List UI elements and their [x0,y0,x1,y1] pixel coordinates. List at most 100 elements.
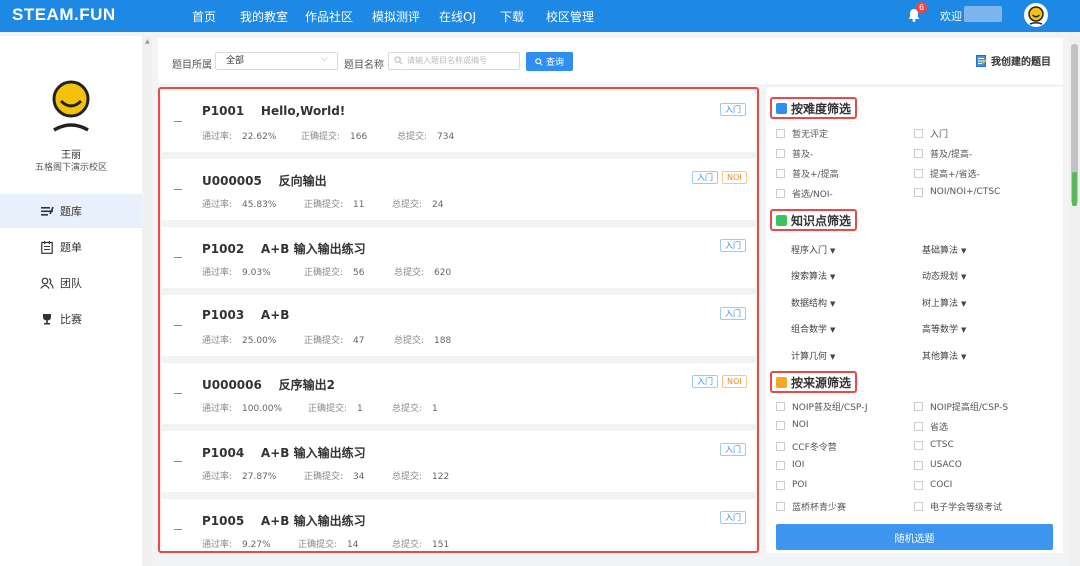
checkbox-difficulty[interactable]: 普及- [776,147,813,160]
checkbox-difficulty[interactable]: NOI/NOI+/CTSC [914,187,1000,197]
sidebar-item-label: 题单 [60,241,82,254]
calendar-icon [40,240,54,254]
total-submissions: 总提交: 620 [394,268,452,278]
checkbox-source[interactable]: CCF冬令营 [776,440,837,453]
checkbox-source[interactable]: CTSC [914,440,954,450]
checkbox-source[interactable]: NOI [776,420,808,430]
nav-home[interactable]: 首页 [192,8,216,25]
problem-title[interactable]: P1005 A+B 输入输出练习 [202,512,366,529]
search-icon [394,56,403,65]
problem-card[interactable]: P1004 A+B 输入输出练习 通过率: 27.87% 正确提交: 34 总提交:… [162,431,755,492]
checkbox-source[interactable]: NOIP普及组/CSP-J [776,400,868,413]
checkbox-difficulty[interactable]: 普及+/提高 [776,167,839,180]
knowledge-filter-heading: 知识点筛选 [770,209,858,231]
correct-submissions: 正确提交: 166 [301,132,368,142]
correct-submissions: 正确提交: 1 [308,404,363,414]
brand-logo[interactable]: STEAM.FUN [12,5,116,25]
total-submissions: 总提交: 734 [397,132,455,142]
problem-title[interactable]: U000005 反向输出 [202,172,327,189]
expand-dash-icon[interactable] [174,529,182,530]
knowledge-dropdown[interactable]: 高等数学 ▼ [922,322,966,335]
checkbox-source[interactable]: NOIP提高组/CSP-S [914,400,1008,413]
total-submissions: 总提交: 122 [392,472,450,482]
knowledge-dropdown[interactable]: 其他算法 ▼ [922,349,966,362]
checkbox-source[interactable]: POI [776,480,807,490]
knowledge-dropdown[interactable]: 动态规划 ▼ [922,269,966,282]
team-icon [40,276,54,290]
knowledge-dropdown[interactable]: 程序入门 ▼ [791,243,835,256]
checkbox-source[interactable]: IOI [776,460,804,470]
sidebar-item-problem-list[interactable]: 题单 [0,230,142,264]
checkbox-source[interactable]: 省选 [914,420,948,433]
category-select[interactable]: 全部 [215,52,338,70]
scroll-indicator [1072,172,1077,206]
expand-dash-icon[interactable] [174,189,182,190]
checkbox-source[interactable]: USACO [914,460,962,470]
search-input[interactable]: 请输入题目名称或编号 [388,52,520,70]
problem-card[interactable]: P1002 A+B 输入输出练习 通过率: 9.03% 正确提交: 56 总提交: 6… [162,227,755,288]
checkbox-difficulty[interactable]: 暂无评定 [776,127,828,140]
problem-title[interactable]: P1004 A+B 输入输出练习 [202,444,366,461]
knowledge-dropdown[interactable]: 组合数学 ▼ [791,322,835,335]
problem-title[interactable]: P1003 A+B [202,308,289,322]
checkbox-source[interactable]: COCI [914,480,952,490]
notification-badge: 6 [916,2,927,13]
knowledge-dropdown[interactable]: 树上算法 ▼ [922,296,966,309]
sidebar-item-label: 比赛 [60,313,82,326]
nav-download[interactable]: 下载 [500,8,524,25]
nav-campus-admin[interactable]: 校区管理 [546,8,594,25]
nav-online-oj[interactable]: 在线OJ [439,8,476,25]
problem-list: P1001 Hello,World! 通过率: 22.62% 正确提交: 166 总… [158,87,759,553]
problem-title[interactable]: P1001 Hello,World! [202,104,345,118]
difficulty-tag: 入门 [720,443,746,456]
knowledge-dropdown[interactable]: 基础算法 ▼ [922,243,966,256]
pass-rate: 通过率: 22.62% [202,132,277,142]
document-icon [976,54,987,67]
checkbox-difficulty[interactable]: 普及/提高- [914,147,972,160]
problem-card[interactable]: P1003 A+B 通过率: 25.00% 正确提交: 47 总提交: 188 入门 [162,295,755,356]
problem-title[interactable]: P1002 A+B 输入输出练习 [202,240,366,257]
pass-rate: 通过率: 9.03% [202,268,271,278]
checkbox-source[interactable]: 电子学会等级考试 [914,500,1002,513]
knowledge-dropdown[interactable]: 搜索算法 ▼ [791,269,835,282]
random-pick-button[interactable]: 随机选题 [776,524,1053,550]
sidebar-item-team[interactable]: 团队 [0,266,142,300]
expand-dash-icon[interactable] [174,393,182,394]
sidebar-item-contest[interactable]: 比赛 [0,302,142,336]
nav-community[interactable]: 作品社区 [305,8,353,25]
expand-dash-icon[interactable] [174,257,182,258]
checkbox-difficulty[interactable]: 省选/NOI- [776,187,833,200]
search-bar: 题目所属 全部 ⌵ 题目名称 请输入题目名称或编号 查询 [158,38,1063,84]
problem-card[interactable]: P1001 Hello,World! 通过率: 22.62% 正确提交: 166 总… [162,91,755,152]
checkbox-difficulty[interactable]: 提高+/省选- [914,167,980,180]
expand-dash-icon[interactable] [174,461,182,462]
problem-title[interactable]: U000006 反序输出2 [202,376,335,393]
profile-avatar [52,80,90,132]
problem-card[interactable]: U000005 反向输出 通过率: 45.83% 正确提交: 11 总提交: 24 入… [162,159,755,220]
checkbox-source[interactable]: 蓝桥杯青少赛 [776,500,846,513]
difficulty-tag: 入门 [720,239,746,252]
problem-card[interactable]: U000006 反序输出2 通过率: 100.00% 正确提交: 1 总提交: 1 入… [162,363,755,424]
checkbox-difficulty[interactable]: 入门 [914,127,948,140]
sidebar-item-problem-bank[interactable]: 题库 [0,194,142,228]
my-created-problems-link[interactable]: 我创建的题目 [976,53,1051,68]
top-nav: STEAM.FUN 首页 我的教室 作品社区 模拟测评 在线OJ 下载 校区管理… [0,0,1080,32]
nav-my-classroom[interactable]: 我的教室 [240,8,288,25]
difficulty-tag: 入门 [692,375,718,388]
expand-dash-icon[interactable] [174,325,182,326]
name-label: 题目名称 [344,60,384,71]
sidebar-scrollbar[interactable] [143,36,152,566]
query-button[interactable]: 查询 [526,52,573,71]
pass-rate: 通过率: 25.00% [202,336,277,346]
list-icon [40,204,54,218]
user-avatar[interactable] [1024,3,1048,27]
problem-card[interactable]: P1005 A+B 输入输出练习 通过率: 9.27% 正确提交: 14 总提交: 1… [162,499,755,551]
scroll-up-arrow-icon[interactable]: ▲ [145,38,150,45]
total-submissions: 总提交: 1 [392,404,438,414]
knowledge-dropdown[interactable]: 数据结构 ▼ [791,296,835,309]
expand-dash-icon[interactable] [174,121,182,122]
knowledge-dropdown[interactable]: 计算几何 ▼ [791,349,835,362]
query-button-label: 查询 [545,58,564,68]
difficulty-icon [776,102,787,114]
nav-mock-test[interactable]: 模拟测评 [372,8,420,25]
